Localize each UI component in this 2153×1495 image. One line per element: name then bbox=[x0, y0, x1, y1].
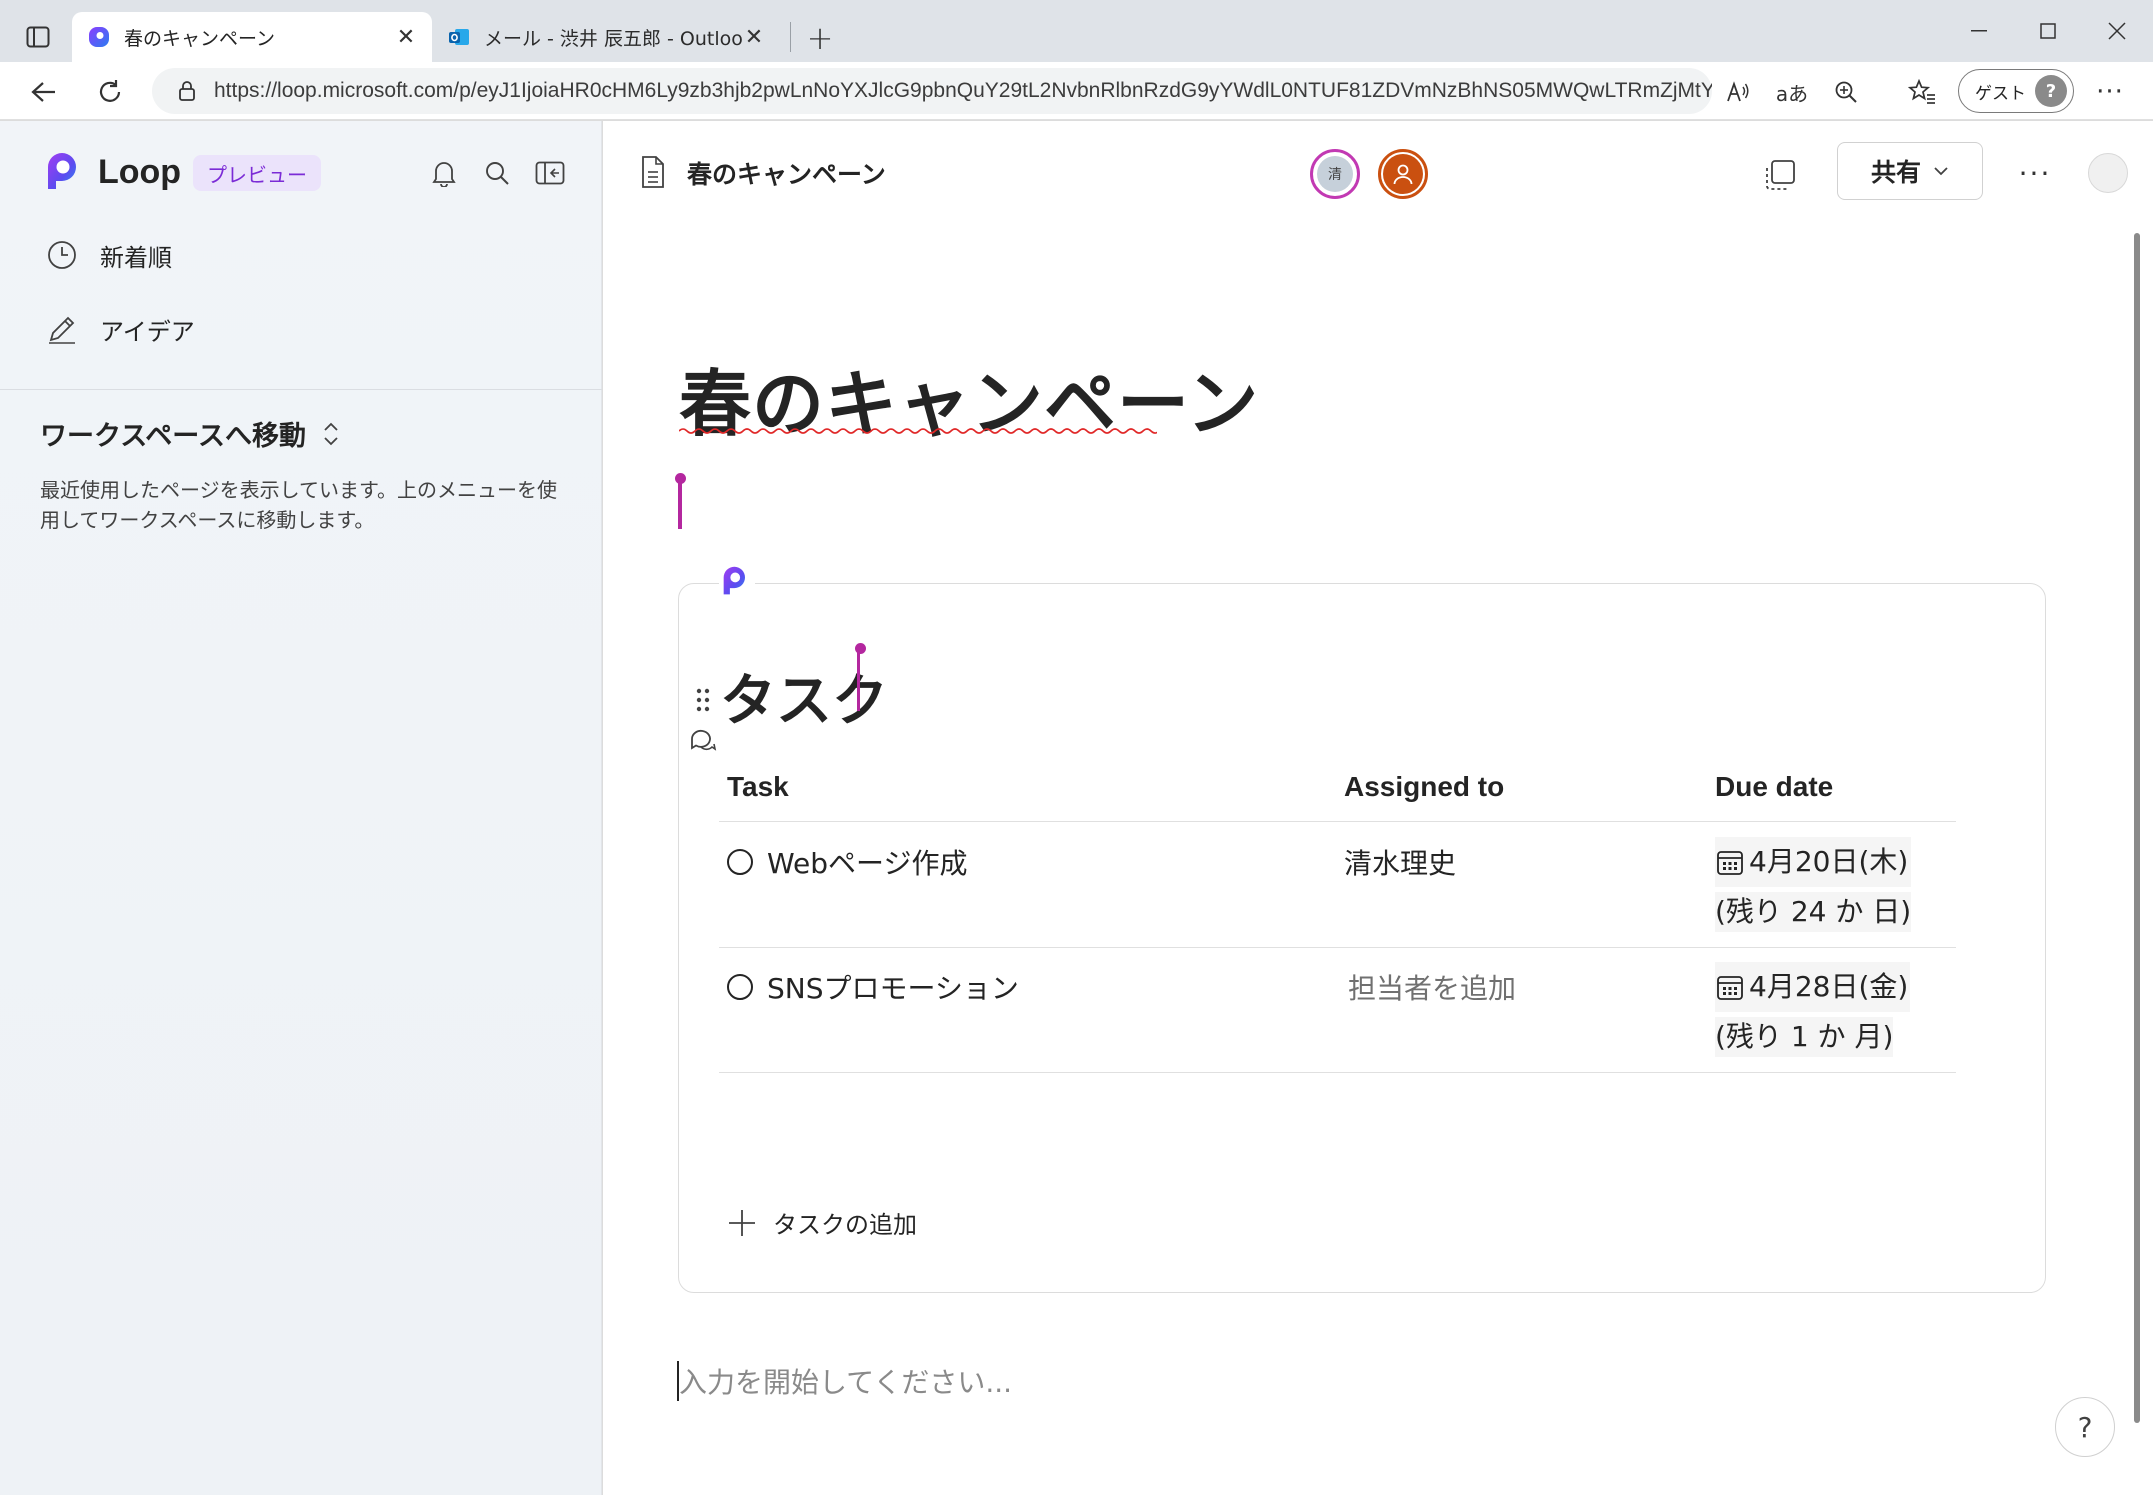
sidebar: Loop プレビュー 新着順 アイデア ワークスペースへ移動 最近使用したページ… bbox=[0, 121, 602, 1495]
collab-cursor bbox=[857, 649, 860, 711]
profile-button[interactable]: ゲスト ? bbox=[1958, 69, 2074, 113]
workspace-switcher[interactable]: ワークスペースへ移動 bbox=[40, 414, 342, 453]
table-row-task[interactable]: Webページ作成 bbox=[727, 842, 968, 882]
column-header-assigned[interactable]: Assigned to bbox=[1344, 771, 1504, 803]
due-date-value: 4月28日(金) bbox=[1749, 970, 1909, 1003]
presence-initial: 清 bbox=[1317, 156, 1353, 192]
sidebar-item-label: 新着順 bbox=[100, 243, 172, 272]
sidebar-item-label: アイデア bbox=[100, 317, 195, 346]
collapse-sidebar-icon[interactable] bbox=[530, 153, 570, 193]
chevron-down-icon bbox=[1934, 167, 1948, 176]
minimize-icon[interactable] bbox=[1952, 14, 2006, 48]
sidebar-item-recent[interactable]: 新着順 bbox=[44, 233, 172, 277]
add-task-label: タスクの追加 bbox=[773, 1211, 917, 1239]
outlook-icon bbox=[449, 29, 469, 45]
presence-avatar[interactable] bbox=[1378, 149, 1428, 199]
column-header-task[interactable]: Task bbox=[727, 771, 789, 803]
clock-icon bbox=[44, 237, 80, 273]
person-icon bbox=[1383, 154, 1423, 194]
sidebar-item-ideas[interactable]: アイデア bbox=[44, 307, 195, 351]
workspace-title: ワークスペースへ移動 bbox=[40, 421, 306, 452]
close-tab-icon[interactable]: ✕ bbox=[742, 25, 766, 50]
zoom-icon[interactable] bbox=[1826, 72, 1866, 112]
tab-loop[interactable]: 春のキャンペーン ✕ bbox=[72, 12, 432, 62]
due-date-remaining: (残り 1 か 月) bbox=[1715, 1017, 1894, 1057]
column-header-due[interactable]: Due date bbox=[1715, 771, 1833, 803]
row-divider bbox=[719, 821, 1956, 822]
due-date-value: 4月20日(木) bbox=[1749, 845, 1909, 878]
refresh-icon[interactable] bbox=[90, 72, 130, 112]
tab-title: 春のキャンペーン bbox=[124, 27, 276, 50]
comment-icon[interactable] bbox=[689, 727, 717, 753]
tab-actions-icon[interactable] bbox=[18, 20, 58, 54]
url-field[interactable]: https://loop.microsoft.com/p/eyJ1IjoiaHR… bbox=[152, 68, 1712, 114]
main-content: 春のキャンペーン 清 共有 ··· 春のキャンペーン タスク Task Assi… bbox=[603, 121, 2153, 1495]
tab-separator bbox=[790, 22, 791, 52]
doc-header-title: 春のキャンペーン bbox=[687, 160, 886, 189]
task-name: SNSプロモーション bbox=[767, 972, 1019, 1005]
close-window-icon[interactable] bbox=[2090, 14, 2144, 48]
task-checkbox[interactable] bbox=[727, 849, 753, 875]
body-input-placeholder[interactable]: 入力を開始してください... bbox=[679, 1361, 1012, 1401]
address-bar: https://loop.microsoft.com/p/eyJ1IjoiaHR… bbox=[0, 62, 2153, 120]
loop-component-icon[interactable] bbox=[719, 563, 755, 599]
app-name: Loop bbox=[98, 152, 182, 191]
due-date[interactable]: 4月28日(金) (残り 1 か 月) bbox=[1715, 962, 1911, 1062]
assigned-to[interactable]: 清水理史 bbox=[1344, 842, 1456, 882]
profile-avatar: ? bbox=[2035, 75, 2067, 107]
copy-component-icon[interactable] bbox=[1758, 153, 1802, 197]
url-text: https://loop.microsoft.com/p/eyJ1IjoiaHR… bbox=[214, 79, 1712, 102]
favorites-icon[interactable] bbox=[1902, 72, 1942, 112]
scrollbar[interactable] bbox=[2130, 233, 2142, 1423]
more-options-icon[interactable]: ··· bbox=[2013, 151, 2057, 195]
share-button[interactable]: 共有 bbox=[1837, 142, 1983, 200]
close-tab-icon[interactable]: ✕ bbox=[394, 25, 418, 50]
task-checkbox[interactable] bbox=[727, 974, 753, 1000]
sidebar-divider bbox=[0, 389, 602, 390]
maximize-icon[interactable] bbox=[2021, 14, 2075, 48]
bell-icon[interactable] bbox=[424, 153, 464, 193]
assigned-to-placeholder[interactable]: 担当者を追加 bbox=[1348, 967, 1516, 1007]
add-task-button[interactable]: タスクの追加 bbox=[727, 1205, 917, 1240]
spellcheck-underline bbox=[679, 428, 1157, 434]
browser-tab-bar: 春のキャンペーン ✕ メール - 渋井 辰五郎 - Outlook ✕ + bbox=[0, 0, 2153, 62]
user-avatar[interactable] bbox=[2088, 153, 2128, 193]
drag-handle-icon[interactable] bbox=[695, 687, 711, 713]
new-tab-icon[interactable]: + bbox=[800, 18, 840, 58]
plus-icon bbox=[729, 1209, 755, 1236]
loop-logo[interactable]: Loop bbox=[44, 151, 181, 193]
workspace-description: 最近使用したページを表示しています。上のメニューを使用してワークスペースに移動し… bbox=[40, 478, 557, 532]
loop-icon bbox=[89, 27, 109, 47]
document-icon bbox=[642, 156, 664, 188]
tab-title: メール - 渋井 辰五郎 - Outlook bbox=[484, 27, 742, 50]
browser-menu-icon[interactable]: ··· bbox=[2090, 72, 2130, 112]
pencil-icon bbox=[44, 311, 80, 347]
table-row-task[interactable]: SNSプロモーション bbox=[727, 967, 1019, 1007]
help-button[interactable]: ? bbox=[2055, 1397, 2115, 1457]
calendar-icon bbox=[1717, 976, 1743, 1000]
read-aloud-icon[interactable] bbox=[1718, 72, 1758, 112]
tab-outlook[interactable]: メール - 渋井 辰五郎 - Outlook ✕ bbox=[440, 12, 780, 62]
row-divider bbox=[719, 947, 1956, 948]
calendar-icon bbox=[1717, 851, 1743, 875]
search-icon[interactable] bbox=[477, 153, 517, 193]
profile-label: ゲスト bbox=[1975, 83, 2026, 104]
back-arrow-icon[interactable] bbox=[24, 72, 64, 112]
row-divider bbox=[719, 1072, 1956, 1073]
presence-avatar[interactable]: 清 bbox=[1310, 149, 1360, 199]
due-date-remaining: (残り 24 か 日) bbox=[1715, 892, 1912, 932]
share-label: 共有 bbox=[1870, 158, 1921, 187]
due-date[interactable]: 4月20日(木) (残り 24 か 日) bbox=[1715, 837, 1912, 937]
loop-logo-icon bbox=[48, 153, 76, 189]
lock-icon bbox=[179, 81, 195, 101]
chevron-up-down-icon bbox=[324, 422, 338, 445]
translate-icon[interactable]: aあ bbox=[1772, 72, 1812, 112]
component-title[interactable]: タスク bbox=[720, 656, 888, 737]
collab-cursor bbox=[678, 477, 682, 529]
task-name: Webページ作成 bbox=[767, 847, 968, 880]
scrollbar-thumb[interactable] bbox=[2134, 233, 2140, 1423]
preview-badge: プレビュー bbox=[193, 155, 321, 191]
